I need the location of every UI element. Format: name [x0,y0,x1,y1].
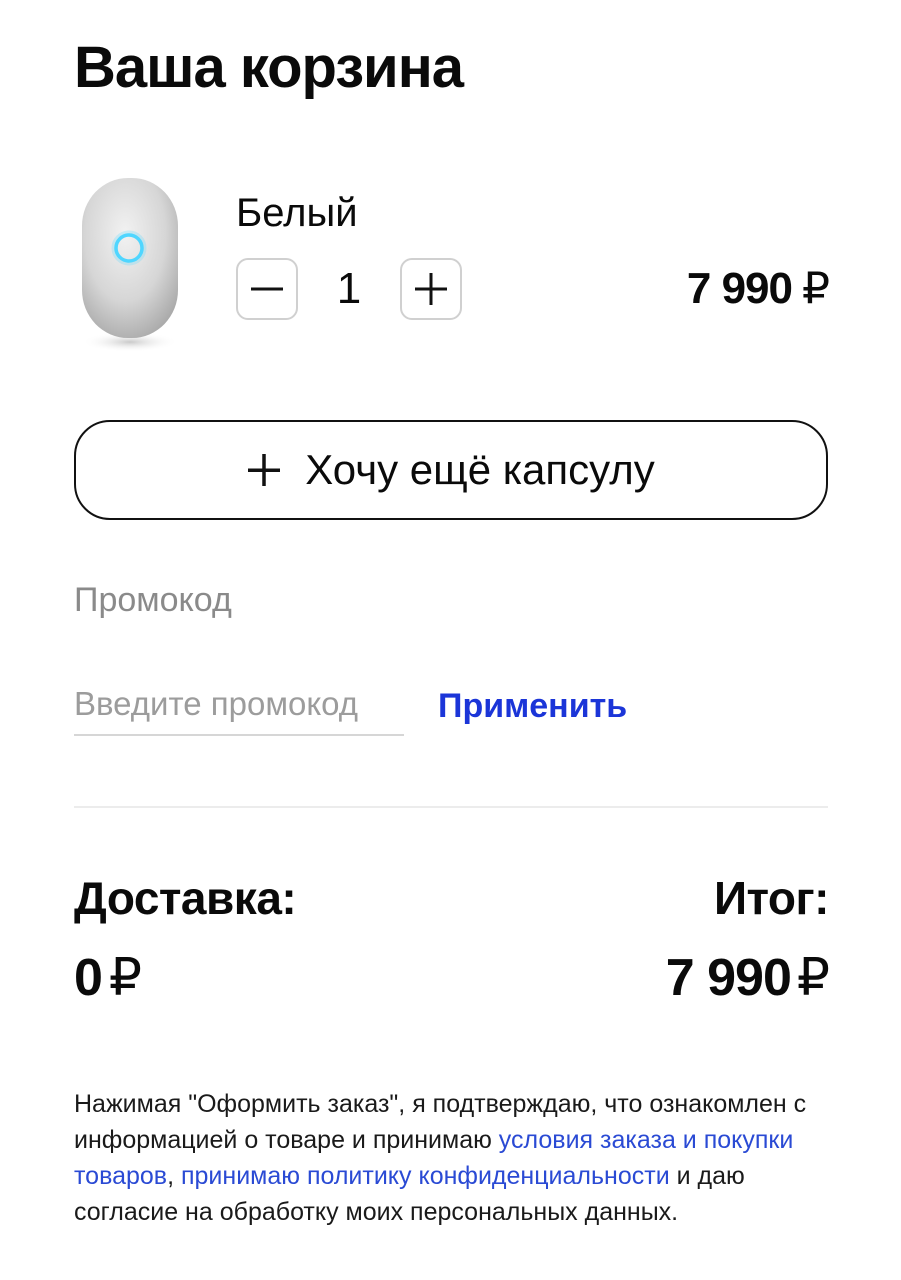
quantity-value: 1 [336,264,362,313]
privacy-policy-link[interactable]: принимаю политику конфиденциальности [181,1162,670,1190]
item-price: 7 990 ₽ [686,262,830,316]
quantity-decrease-button[interactable] [236,258,298,320]
total-amount: 7 990 ₽ [665,946,830,1010]
promo-code-input[interactable] [74,680,404,736]
legal-text-part-2: , [167,1162,181,1190]
product-image [72,172,188,358]
quantity-increase-button[interactable] [400,258,462,320]
minus-icon [251,287,283,291]
page-title: Ваша корзина [74,35,464,100]
product-variant-name: Белый [236,191,358,235]
divider [74,806,828,808]
legal-consent-text: Нажимая "Оформить заказ", я подтверждаю,… [74,1086,834,1230]
smart-speaker-icon [82,178,178,352]
delivery-currency: ₽ [108,949,143,1007]
delivery-label: Доставка: [74,872,297,924]
add-another-capsule-label: Хочу ещё капсулу [305,446,655,493]
add-another-capsule-button[interactable]: Хочу ещё капсулу [74,420,828,520]
plus-icon [248,454,281,486]
delivery-cost-value: 0 [74,949,103,1007]
apply-promo-button[interactable]: Применить [438,684,627,728]
item-price-currency: ₽ [802,264,830,313]
total-currency: ₽ [796,949,830,1007]
promo-heading: Промокод [74,581,232,619]
delivery-cost: 0 ₽ [74,946,142,1010]
total-amount-value: 7 990 [665,949,792,1007]
plus-icon [415,273,447,305]
item-price-value: 7 990 [686,264,793,313]
total-label: Итог: [713,872,830,924]
